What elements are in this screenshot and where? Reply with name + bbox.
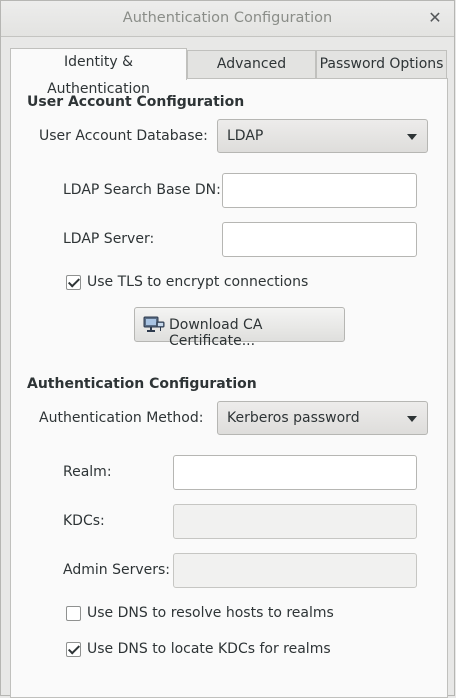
authentication-section-title: Authentication Configuration bbox=[27, 376, 257, 392]
realm-label: Realm: bbox=[63, 464, 112, 480]
ldap-server-label: LDAP Server: bbox=[63, 231, 155, 247]
kdcs-label: KDCs: bbox=[63, 513, 105, 529]
authentication-method-value: Kerberos password bbox=[227, 410, 360, 426]
authentication-method-combo[interactable]: Kerberos password bbox=[217, 401, 428, 435]
use-tls-checkbox[interactable] bbox=[66, 275, 81, 290]
close-icon[interactable]: ✕ bbox=[425, 7, 445, 29]
admin-servers-input[interactable] bbox=[173, 553, 417, 588]
user-account-database-value: LDAP bbox=[227, 128, 264, 144]
user-account-database-label: User Account Database: bbox=[39, 128, 208, 144]
tab-identity-authentication[interactable]: Identity & Authentication bbox=[10, 48, 187, 97]
tab-panel-identity: User Account Configuration User Account … bbox=[10, 78, 448, 698]
download-ca-certificate-label: Download CA Certificate... bbox=[169, 317, 263, 349]
dns-locate-kdcs-label[interactable]: Use DNS to locate KDCs for realms bbox=[87, 641, 331, 657]
dns-resolve-realms-label[interactable]: Use DNS to resolve hosts to realms bbox=[87, 605, 334, 621]
auth-config-window: Authentication Configuration ✕ Identity … bbox=[0, 0, 455, 698]
ldap-search-base-label: LDAP Search Base DN: bbox=[63, 182, 221, 198]
ldap-server-input[interactable] bbox=[222, 222, 417, 257]
window-title: Authentication Configuration bbox=[122, 10, 333, 26]
tab-password-options[interactable]: Password Options bbox=[316, 50, 447, 79]
kdcs-input[interactable] bbox=[173, 504, 417, 539]
tab-advanced-options[interactable]: Advanced Options bbox=[187, 50, 316, 99]
admin-servers-label: Admin Servers: bbox=[63, 562, 170, 578]
user-account-database-combo[interactable]: LDAP bbox=[217, 119, 428, 153]
chevron-down-icon bbox=[407, 416, 417, 422]
dns-locate-kdcs-checkbox[interactable] bbox=[66, 642, 81, 657]
network-computer-icon bbox=[143, 316, 165, 332]
authentication-method-label: Authentication Method: bbox=[39, 410, 204, 426]
download-ca-certificate-button[interactable]: Download CA Certificate... bbox=[134, 307, 345, 349]
dns-resolve-realms-checkbox[interactable] bbox=[66, 606, 81, 621]
realm-input[interactable] bbox=[173, 455, 417, 490]
ldap-search-base-input[interactable] bbox=[222, 173, 417, 208]
use-tls-label[interactable]: Use TLS to encrypt connections bbox=[87, 274, 308, 290]
chevron-down-icon bbox=[407, 134, 417, 140]
title-bar[interactable]: Authentication Configuration ✕ bbox=[1, 1, 454, 37]
